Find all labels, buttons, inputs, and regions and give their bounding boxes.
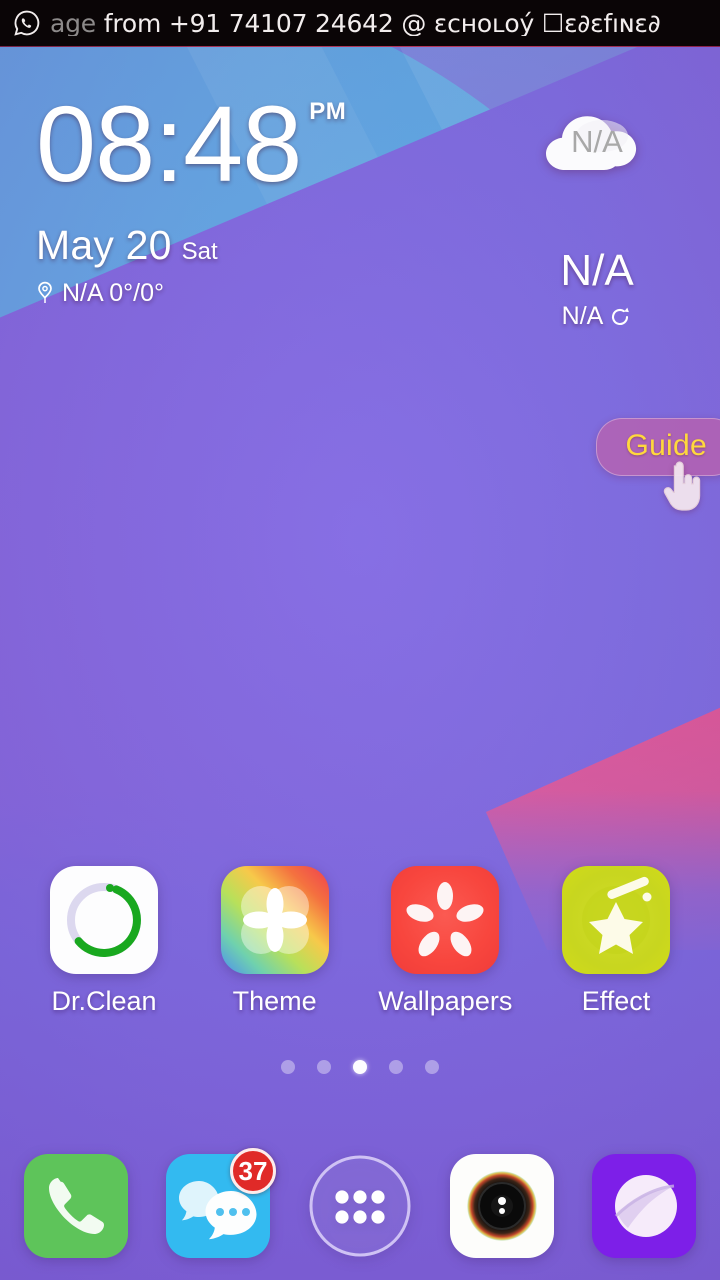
app-drawer-icon[interactable] <box>308 1154 412 1258</box>
app-label: Wallpapers <box>378 986 513 1016</box>
app-cell-wallpapers[interactable]: Wallpapers <box>365 866 525 1017</box>
status-badge: 37 <box>230 1148 276 1194</box>
effect-icon[interactable] <box>560 866 672 974</box>
page-dot[interactable] <box>281 1060 295 1074</box>
dock-item-browser[interactable] <box>588 1154 700 1258</box>
guide-button-label: Guide <box>625 429 707 462</box>
chat-bubbles-icon[interactable]: 37 <box>166 1148 276 1258</box>
clock-location-row[interactable]: N/A 0°/0° <box>36 279 346 308</box>
camera-lens-icon[interactable] <box>450 1154 554 1258</box>
weather-widget[interactable]: N/A N/A N/A <box>502 98 692 331</box>
ticker-faded-prefix: age <box>50 10 96 36</box>
weather-city-row: N/A <box>502 302 692 331</box>
dock-item-phone[interactable] <box>20 1154 132 1258</box>
clock-time: 08:48 <box>36 83 302 204</box>
app-cell-theme[interactable]: Theme <box>195 866 355 1017</box>
app-label: Effect <box>581 986 651 1016</box>
clock-date-row: May 20 Sat <box>36 222 346 269</box>
clock-ampm: PM <box>309 98 347 125</box>
dock-item-app-drawer[interactable] <box>304 1154 416 1258</box>
dock-item-camera[interactable] <box>446 1154 558 1258</box>
theme-icon[interactable] <box>219 866 331 974</box>
browser-icon[interactable] <box>592 1154 696 1258</box>
cloud-icon: N/A <box>532 98 662 178</box>
clock-weather-widget-clock[interactable]: 08:48 PM May 20 Sat N/A 0°/0° <box>36 83 347 308</box>
refresh-icon[interactable] <box>608 305 632 329</box>
weather-temperature: N/A <box>560 246 634 295</box>
app-cell-effect[interactable]: Effect <box>536 866 696 1017</box>
dr-clean-icon[interactable] <box>48 866 160 974</box>
app-cell-dr-clean[interactable]: Dr.Clean <box>24 866 184 1017</box>
home-screen-app-grid: Dr.Clean Theme Wallpapers Effect <box>0 866 720 1017</box>
page-dot[interactable] <box>425 1060 439 1074</box>
clock-time-row: 08:48 PM <box>36 83 347 204</box>
location-pin-icon <box>36 281 54 305</box>
status-notification-bar[interactable]: age from +91 74107 24642 @ ɛϲнoʟoý ☐ɛ∂ɛf… <box>0 0 720 46</box>
weather-city: N/A <box>561 302 604 330</box>
clock-weekday: Sat <box>181 237 218 265</box>
weather-icon-label: N/A <box>571 124 623 159</box>
guide-tooltip[interactable]: Guide <box>596 418 720 511</box>
page-indicator[interactable] <box>0 1060 720 1074</box>
ticker-body: from +91 74107 24642 @ ɛϲнoʟoý ☐ɛ∂ɛfıɴɛ∂ <box>95 10 661 36</box>
clock-location-text: N/A 0°/0° <box>62 278 164 307</box>
dock-bar: 37 <box>0 1148 720 1258</box>
page-dot[interactable] <box>317 1060 331 1074</box>
page-dot[interactable] <box>389 1060 403 1074</box>
app-label: Theme <box>232 986 317 1016</box>
notification-ticker-text: age from +91 74107 24642 @ ɛϲнoʟoý ☐ɛ∂ɛf… <box>50 11 660 36</box>
dock-item-messages[interactable]: 37 <box>162 1148 276 1258</box>
whatsapp-icon <box>14 10 40 36</box>
wallpapers-icon[interactable] <box>389 866 501 974</box>
page-dot-active[interactable] <box>353 1060 367 1074</box>
clock-date: May 20 <box>36 221 172 268</box>
app-label: Dr.Clean <box>51 986 157 1016</box>
phone-icon[interactable] <box>24 1154 128 1258</box>
pointing-hand-cursor-icon <box>658 460 704 514</box>
